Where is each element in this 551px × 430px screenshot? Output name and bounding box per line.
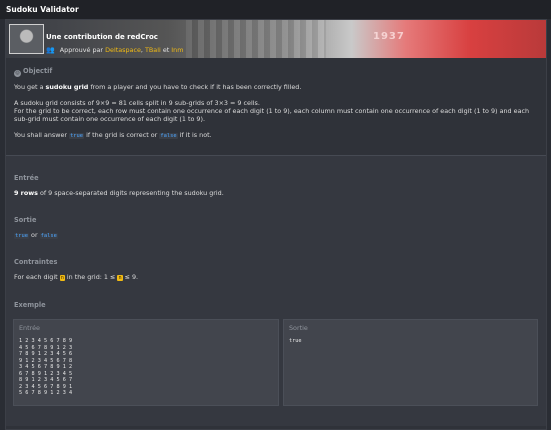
target-icon: ◎ [14, 70, 21, 77]
example-heading: Exemple [14, 301, 46, 309]
text: You get a [14, 83, 44, 91]
constraints-section: Contraintes For each digit n in the grid… [6, 250, 546, 290]
approved-and: et [162, 46, 170, 54]
example-output-label: Sortie [289, 324, 308, 332]
bold-text: 9 rows [14, 189, 38, 197]
objective-paragraph-2-line-1: A sudoku grid consists of 9×9 = 81 cells… [14, 99, 260, 107]
constraints-description: For each digit n in the grid: 1 ≤ n ≤ 9. [14, 273, 138, 281]
text: You shall answer [14, 131, 68, 139]
text: from a player and you have to check if i… [90, 83, 302, 91]
variable-n: n [59, 275, 65, 281]
text: For each digit [14, 273, 58, 281]
approved-prefix: Approuvé par [59, 46, 104, 54]
text: if it is not. [179, 131, 212, 139]
text: of 9 space-separated digits representing… [39, 189, 224, 197]
keyword-false: false [39, 233, 58, 239]
output-section: Sortie true or false [6, 208, 546, 250]
objective-paragraph-3: You shall answer true if the grid is cor… [14, 131, 212, 139]
text: if the grid is correct or [86, 131, 158, 139]
keyword-false: false [159, 133, 178, 139]
objective-section: ◎ Objectif You get a sudoku grid from a p… [6, 58, 546, 155]
output-description: true or false [14, 231, 58, 239]
text: ≤ 9. [124, 273, 139, 281]
title-bar: Sudoku Validator [0, 0, 551, 19]
objective-heading: ◎ Objectif [14, 67, 52, 77]
keyword-true: true [14, 233, 29, 239]
contribution-banner: 1937 Une contribution de redCroc 👥 Appro… [6, 20, 546, 58]
example-input-box: Entrée 1 2 3 4 5 6 7 8 9 4 5 6 7 8 9 1 2… [13, 319, 279, 406]
approved-by: 👥 Approuvé par Deltaspace, TBali et Inm [46, 46, 183, 54]
objective-paragraph-2-line-2: For the grid to be correct, each row mus… [14, 107, 530, 115]
example-input-label: Entrée [19, 324, 40, 332]
users-icon: 👥 [46, 46, 55, 54]
page-title: Sudoku Validator [6, 5, 79, 14]
objective-paragraph-2-line-3: sub-grid must contain one occurrence of … [14, 115, 206, 123]
keyword-true: true [69, 133, 85, 139]
variable-n: n [117, 275, 123, 281]
approver-link[interactable]: TBali [145, 46, 161, 54]
banner-background-image [186, 20, 326, 58]
output-heading: Sortie [14, 216, 37, 224]
example-output-box: Sortie true [283, 319, 538, 406]
example-section: Exemple Entrée 1 2 3 4 5 6 7 8 9 4 5 6 7… [6, 290, 546, 426]
input-section: Entrée 9 rows of 9 space-separated digit… [6, 156, 546, 208]
approver-link[interactable]: Inm [171, 46, 183, 54]
text: or [31, 231, 38, 239]
objective-paragraph-1: You get a sudoku grid from a player and … [14, 83, 301, 91]
example-input-content: 1 2 3 4 5 6 7 8 9 4 5 6 7 8 9 1 2 3 7 8 … [19, 338, 73, 396]
contribution-author[interactable]: Une contribution de redCroc [46, 33, 158, 41]
input-heading: Entrée [14, 174, 39, 182]
objective-heading-label: Objectif [23, 67, 53, 75]
input-description: 9 rows of 9 space-separated digits repre… [14, 189, 224, 197]
constraints-heading: Contraintes [14, 258, 58, 266]
banner-year-text: 1937 [373, 31, 405, 42]
bold-text: sudoku grid [45, 83, 89, 91]
example-output-content: true [289, 338, 302, 344]
author-avatar[interactable] [9, 24, 44, 54]
text: in the grid: 1 ≤ [66, 273, 116, 281]
separator: , [140, 46, 143, 54]
approver-link[interactable]: Deltaspace [105, 46, 141, 54]
